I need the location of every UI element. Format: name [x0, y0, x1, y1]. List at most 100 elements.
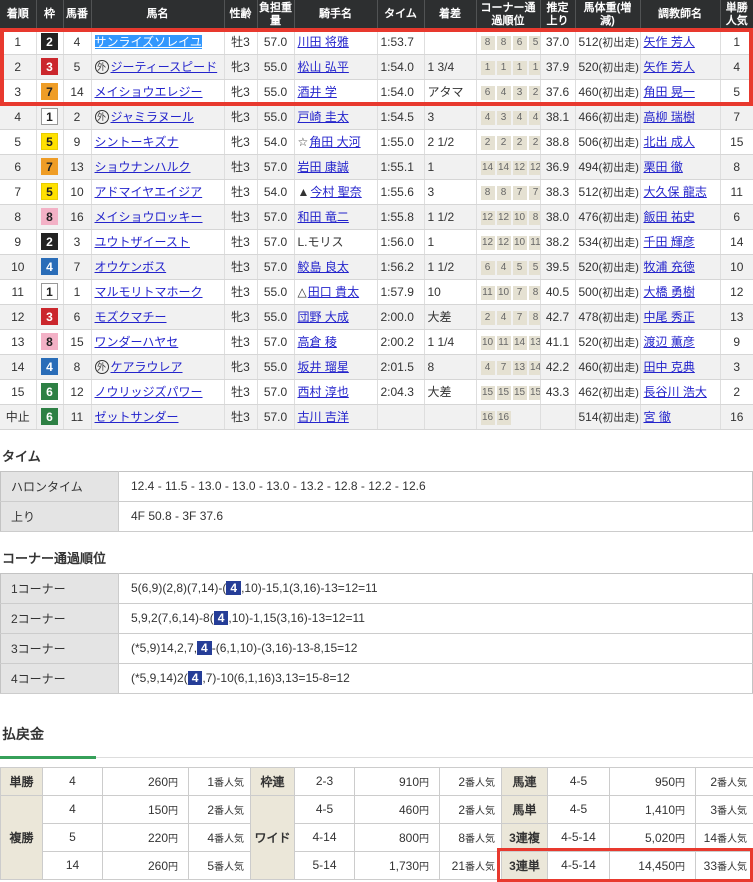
horse-name-link[interactable]: ジャミラヌール — [111, 110, 194, 124]
trainer-name-link[interactable]: 千田 輝彦 — [644, 235, 695, 249]
horse-number: 1 — [63, 279, 91, 304]
trainer-name-link[interactable]: 高柳 瑞樹 — [644, 110, 695, 124]
corner-passing-cell: 8865 — [476, 29, 540, 54]
trainer-name-link[interactable]: 牧浦 充徳 — [644, 260, 695, 274]
corner-position-box: 1 — [513, 61, 527, 75]
jockey-name-link[interactable]: 岩田 康誠 — [298, 160, 349, 174]
corner-position-box: 8 — [529, 211, 541, 225]
apprentice-mark: ☆ — [298, 135, 309, 149]
payout-number: 4-14 — [295, 823, 355, 851]
corner-order-row: 2コーナー5,9,2(7,6,14)-8(4,10)-1,15(3,16)-13… — [1, 603, 753, 633]
corner-passing-cell: 2222 — [476, 129, 540, 154]
sex-age: 牡3 — [224, 404, 257, 429]
estimated-last3f: 42.2 — [540, 354, 575, 379]
corner-position-box: 11 — [497, 336, 511, 350]
horse-name-link[interactable]: ユウトザイースト — [95, 235, 190, 249]
corner-position-box: 12 — [497, 236, 511, 250]
payout-table: 単勝 4 260円 1番人気 枠連 2-3 910円 2番人気 馬連 4-5 9… — [0, 767, 753, 880]
payout-label-wide: ワイド — [251, 795, 295, 879]
trainer-name-link[interactable]: 北出 成人 — [644, 135, 695, 149]
frame-number-badge: 4 — [41, 258, 58, 275]
trainer-name-link[interactable]: 中尾 秀正 — [644, 310, 695, 324]
trainer-name-link[interactable]: 大橋 勇樹 — [644, 285, 695, 299]
estimated-last3f: 38.0 — [540, 204, 575, 229]
jockey-name-link[interactable]: 田口 貴太 — [308, 285, 359, 299]
horse-name-link[interactable]: シントーキズナ — [95, 135, 179, 149]
column-header: 枠 — [36, 0, 63, 29]
horse-name-link[interactable]: ケアラウレア — [111, 360, 183, 374]
trainer-name-link[interactable]: 大久保 龍志 — [644, 185, 707, 199]
corner-position-box: 14 — [497, 161, 511, 175]
corner-position-box: 7 — [513, 311, 527, 325]
trainer-cell: 大久保 龍志 — [640, 179, 720, 204]
margin: 1 — [424, 229, 476, 254]
payout-number: 4-5 — [548, 767, 610, 795]
jockey-name-link[interactable]: 酒井 学 — [298, 85, 337, 99]
trainer-name-link[interactable]: 栗田 徹 — [644, 160, 683, 174]
trainer-name-link[interactable]: 宮 徹 — [644, 410, 671, 424]
trainer-name-link[interactable]: 渡辺 薫彦 — [644, 335, 695, 349]
corner-row-label: 4コーナー — [1, 663, 119, 693]
sex-age: 牝3 — [224, 304, 257, 329]
jockey-name-link[interactable]: 団野 大成 — [298, 310, 349, 324]
corner-order-text: (*5,9,14)2( — [131, 671, 188, 685]
jockey-name-link[interactable]: 西村 淳也 — [298, 385, 349, 399]
jockey-name-link[interactable]: 鮫島 良太 — [298, 260, 349, 274]
jockey-name-link[interactable]: 戸崎 圭太 — [298, 110, 349, 124]
trainer-name-link[interactable]: 長谷川 浩大 — [644, 385, 707, 399]
finish-position: 1 — [0, 29, 36, 54]
jockey-name-link[interactable]: 今村 聖奈 — [310, 185, 361, 199]
trainer-name-link[interactable]: 矢作 芳人 — [644, 35, 695, 49]
corner-position-box: 2 — [529, 136, 541, 150]
horse-name-link[interactable]: サンライズソレイユ — [95, 35, 202, 49]
jockey-name-link[interactable]: 角田 大河 — [309, 135, 360, 149]
trainer-name-link[interactable]: 飯田 祐史 — [644, 210, 695, 224]
payout-amount: 5,020円 — [610, 823, 696, 851]
corner-order-text: 5(6,9)(2,8)(7,14)-( — [131, 581, 226, 595]
corner-order-text: (*5,9)14,2,7, — [131, 641, 197, 655]
margin — [424, 404, 476, 429]
horse-name-link[interactable]: マルモリトマホーク — [95, 285, 203, 299]
horse-name-link[interactable]: モズクマチー — [95, 310, 167, 324]
carried-weight: 57.0 — [257, 229, 294, 254]
payout-title-underline — [0, 744, 753, 758]
margin: 3 — [424, 179, 476, 204]
column-header: 馬名 — [91, 0, 224, 29]
sex-age: 牡3 — [224, 379, 257, 404]
jockey-name-link[interactable]: 古川 吉洋 — [298, 410, 349, 424]
sex-age: 牡3 — [224, 204, 257, 229]
horse-name-link[interactable]: ゼットサンダー — [95, 410, 179, 424]
jockey-cell: 古川 吉洋 — [294, 404, 377, 429]
horse-name-link[interactable]: ジーティースピード — [111, 60, 218, 74]
corner-position-box: 16 — [497, 411, 511, 425]
column-header: コーナー通過順位 — [476, 0, 540, 29]
horse-name-link[interactable]: メイショウエレジー — [95, 85, 203, 99]
horse-name-link[interactable]: ノウリッジズパワー — [95, 385, 203, 399]
horse-name-link[interactable]: ショウナンハルク — [95, 160, 191, 174]
jockey-name-link[interactable]: 川田 将雅 — [298, 35, 349, 49]
sex-age: 牡3 — [224, 254, 257, 279]
table-row: 559シントーキズナ牝354.0☆角田 大河1:55.02 1/2222238.… — [0, 129, 753, 154]
horse-name-link[interactable]: アドマイヤエイジア — [95, 185, 203, 199]
horse-name-link[interactable]: オウケンボス — [95, 260, 167, 274]
trainer-name-link[interactable]: 田中 克典 — [644, 360, 695, 374]
win-popularity: 7 — [720, 104, 753, 129]
horse-name-link[interactable]: メイショウロッキー — [95, 210, 203, 224]
jockey-name-link[interactable]: 和田 竜二 — [298, 210, 349, 224]
margin: 大差 — [424, 304, 476, 329]
sex-age: 牝3 — [224, 129, 257, 154]
corner-order-row: 4コーナー(*5,9,14)2(4,7)-10(6,1,16)3,13=15-8… — [1, 663, 753, 693]
jockey-name-link[interactable]: 高倉 稜 — [298, 335, 337, 349]
table-row: 15612ノウリッジズパワー牡357.0西村 淳也2:04.3大差1515151… — [0, 379, 753, 404]
carried-weight: 55.0 — [257, 304, 294, 329]
carried-weight: 57.0 — [257, 154, 294, 179]
trainer-name-link[interactable]: 角田 晃一 — [644, 85, 695, 99]
win-popularity: 8 — [720, 154, 753, 179]
column-header: 推定上り — [540, 0, 575, 29]
jockey-name-link[interactable]: 坂井 瑠星 — [298, 360, 349, 374]
race-result-page: 着順枠馬番馬名性齢負担重量騎手名タイム着差コーナー通過順位推定上り馬体重(増減)… — [0, 0, 753, 880]
jockey-name-link[interactable]: 松山 弘平 — [298, 60, 349, 74]
horse-name-link[interactable]: ワンダーハヤセ — [95, 335, 179, 349]
jockey-cell: 酒井 学 — [294, 79, 377, 104]
trainer-name-link[interactable]: 矢作 芳人 — [644, 60, 695, 74]
